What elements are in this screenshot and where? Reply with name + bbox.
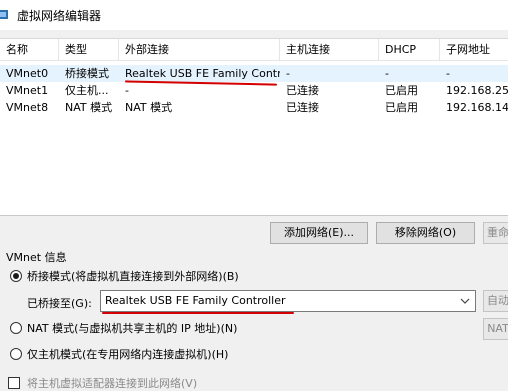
host-only-radio[interactable] bbox=[10, 348, 22, 360]
table-row[interactable]: VMnet8 NAT 模式 NAT 模式 已连接 已启用 192.168.142 bbox=[0, 99, 508, 116]
cell-dhcp: - bbox=[385, 67, 389, 80]
column-header-type[interactable]: 类型 bbox=[59, 39, 119, 61]
cell-subnet: 192.168.254 bbox=[446, 84, 508, 97]
remove-network-button[interactable]: 移除网络(O) bbox=[376, 222, 475, 244]
column-header-host[interactable]: 主机连接 bbox=[280, 39, 379, 61]
table-row[interactable]: VMnet0 桥接模式 Realtek USB FE Family Contr.… bbox=[0, 65, 508, 82]
connect-host-adapter-checkbox[interactable] bbox=[8, 377, 20, 389]
network-table[interactable]: 名称 类型 外部连接 主机连接 DHCP 子网地址 VMnet0 桥接模式 Re… bbox=[0, 38, 508, 216]
annotation-underline bbox=[102, 312, 294, 314]
column-header-dhcp[interactable]: DHCP bbox=[379, 39, 440, 61]
title-bar: 虚拟网络编辑器 bbox=[0, 0, 508, 30]
auto-settings-button[interactable]: 自动 bbox=[483, 290, 508, 312]
window-title: 虚拟网络编辑器 bbox=[17, 9, 102, 23]
cell-name: VMnet8 bbox=[6, 101, 49, 114]
cell-external: Realtek USB FE Family Contr... bbox=[125, 67, 280, 80]
cell-name: VMnet0 bbox=[6, 67, 49, 80]
network-editor-icon bbox=[0, 10, 8, 19]
nat-radio[interactable] bbox=[10, 322, 22, 334]
cell-type: 仅主机... bbox=[65, 84, 109, 97]
cell-external: NAT 模式 bbox=[125, 101, 173, 114]
cell-name: VMnet1 bbox=[6, 84, 49, 97]
bridged-radio[interactable] bbox=[10, 270, 22, 282]
cell-subnet: 192.168.142 bbox=[446, 101, 508, 114]
rename-network-button[interactable]: 重命 bbox=[483, 222, 508, 244]
nat-radio-label[interactable]: NAT 模式(与虚拟机共享主机的 IP 地址)(N) bbox=[27, 320, 237, 336]
bridged-adapter-select[interactable]: Realtek USB FE Family Controller bbox=[100, 290, 476, 312]
cell-host: 已连接 bbox=[286, 101, 319, 114]
column-header-external[interactable]: 外部连接 bbox=[119, 39, 280, 61]
connect-host-adapter-label[interactable]: 将主机虚拟适配器连接到此网络(V) bbox=[27, 375, 197, 391]
column-header-name[interactable]: 名称 bbox=[0, 39, 59, 61]
host-only-radio-label[interactable]: 仅主机模式(在专用网络内连接虚拟机)(H) bbox=[27, 346, 228, 362]
nat-settings-button[interactable]: NAT bbox=[483, 318, 508, 340]
vmnet-info-label: VMnet 信息 bbox=[6, 251, 67, 264]
column-header-subnet[interactable]: 子网地址 bbox=[440, 39, 508, 61]
add-network-button[interactable]: 添加网络(E)... bbox=[270, 222, 368, 244]
cell-type: 桥接模式 bbox=[65, 67, 109, 80]
chevron-down-icon bbox=[460, 298, 470, 304]
cell-subnet: - bbox=[446, 67, 450, 80]
cell-host: - bbox=[286, 67, 290, 80]
cell-type: NAT 模式 bbox=[65, 101, 113, 114]
cell-host: 已连接 bbox=[286, 84, 319, 97]
cell-dhcp: 已启用 bbox=[385, 84, 418, 97]
bridged-to-label: 已桥接至(G): bbox=[27, 297, 92, 310]
bridged-radio-label[interactable]: 桥接模式(将虚拟机直接连接到外部网络)(B) bbox=[27, 268, 239, 284]
bridged-adapter-value: Realtek USB FE Family Controller bbox=[105, 294, 286, 307]
cell-dhcp: 已启用 bbox=[385, 101, 418, 114]
